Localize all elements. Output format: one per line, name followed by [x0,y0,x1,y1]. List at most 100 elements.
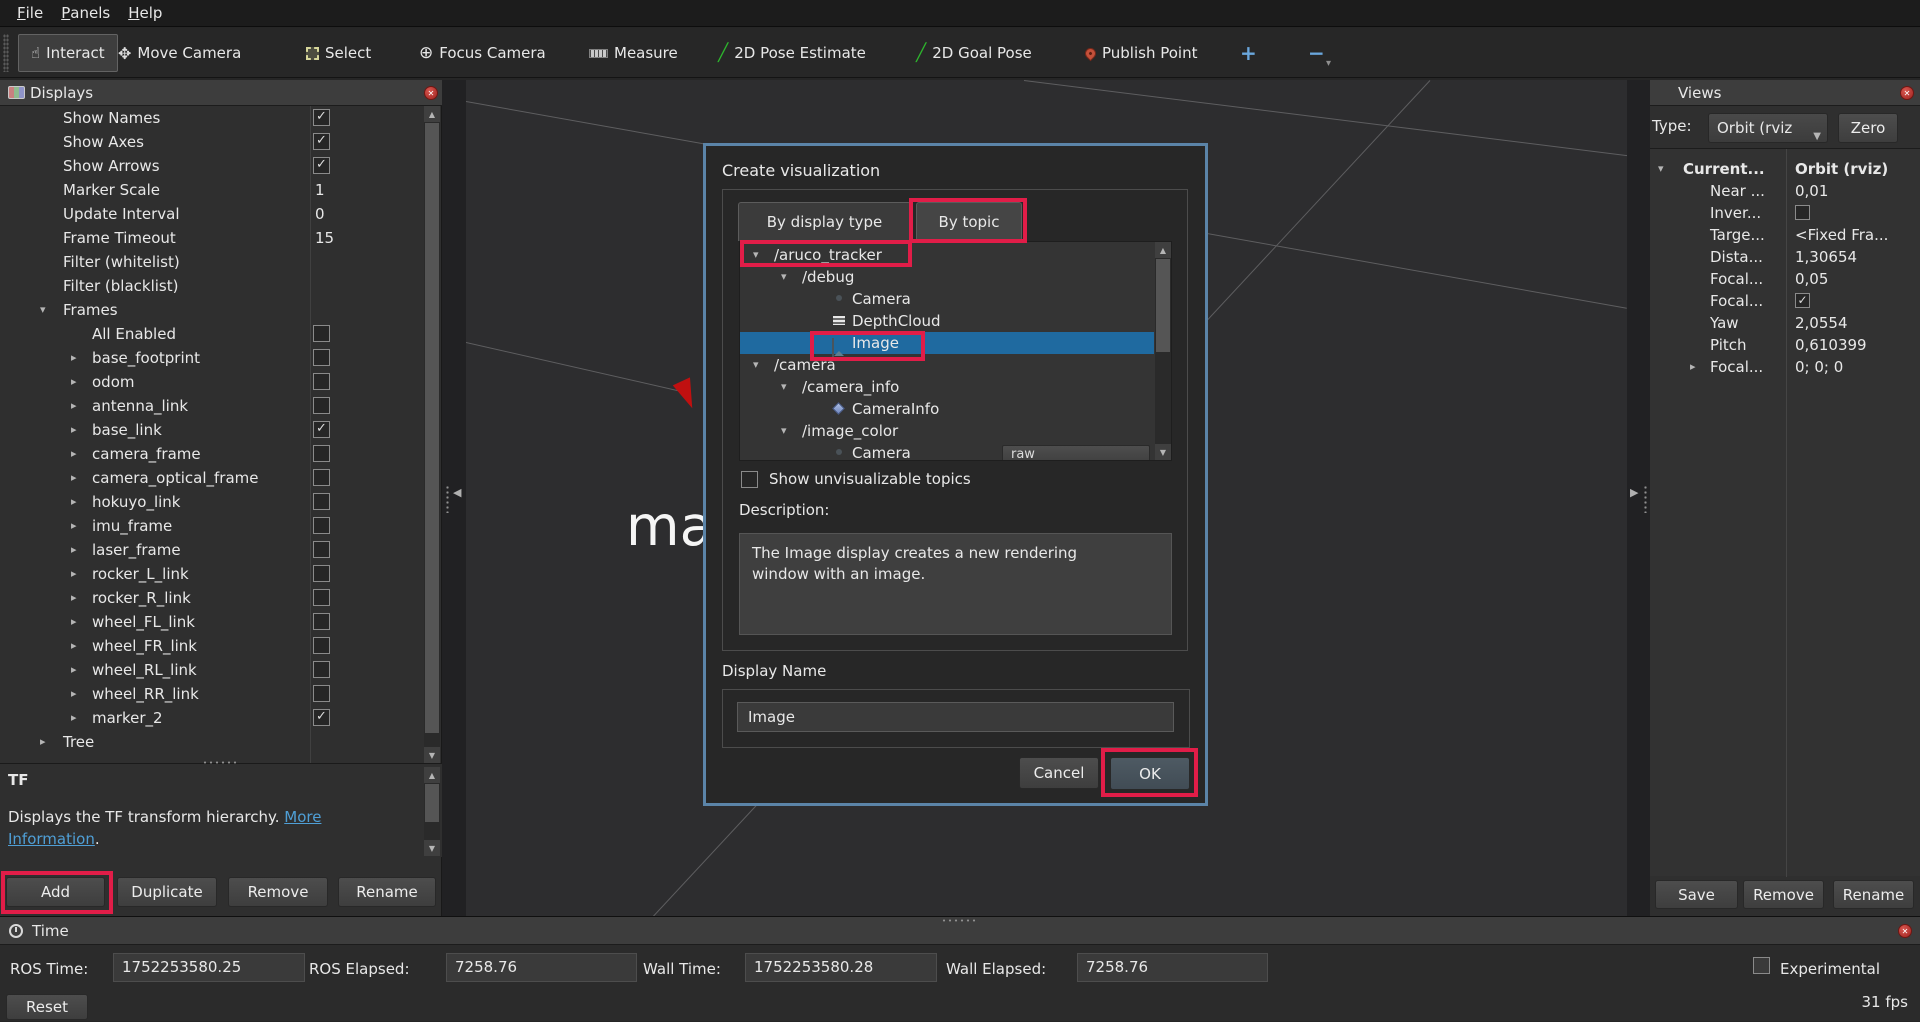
display-row[interactable]: ▸camera_frame [0,442,442,466]
expander-right-icon[interactable]: ▸ [71,370,77,394]
show-unvisualizable-checkbox[interactable] [741,471,758,488]
topic-row[interactable]: ▾/debug [740,266,1154,288]
display-row[interactable]: ▸wheel_RL_link [0,658,442,682]
display-row[interactable]: Show Arrows✓ [0,154,442,178]
ok-button[interactable]: OK [1110,757,1190,790]
scrollbar-thumb[interactable] [425,123,439,733]
expander-down-icon[interactable]: ▾ [781,376,787,398]
display-row[interactable]: ▸wheel_FL_link [0,610,442,634]
expander-right-icon[interactable]: ▸ [71,706,77,730]
checkbox[interactable] [313,541,330,558]
checkbox[interactable] [313,613,330,630]
display-row[interactable]: ▾Frames [0,298,442,322]
checkbox[interactable] [313,517,330,534]
scroll-down-icon[interactable]: ▼ [424,747,440,763]
expander-right-icon[interactable]: ▸ [71,658,77,682]
time-titlebar[interactable]: Time [0,917,1920,945]
remove-view-button[interactable]: Remove [1743,880,1824,909]
display-row[interactable]: ▸wheel_RR_link [0,682,442,706]
views-type-dropdown[interactable]: Orbit (rviz▼ [1708,113,1828,143]
views-row[interactable]: Focal...✓ [1650,290,1920,312]
rename-button[interactable]: Rename [338,877,436,907]
checkbox[interactable]: ✓ [313,709,330,726]
splitter-handle[interactable] [941,918,979,923]
views-row[interactable]: Focal...0,05 [1650,268,1920,290]
time-field-value[interactable]: 1752253580.25 [113,953,305,982]
expander-right-icon[interactable]: ▸ [71,634,77,658]
gutter-handle[interactable] [1643,485,1648,513]
tool-focus-camera[interactable]: Focus Camera [419,28,546,78]
views-row[interactable]: Dista...1,30654 [1650,246,1920,268]
scrollbar-thumb[interactable] [425,784,439,822]
scroll-down-icon[interactable]: ▼ [424,840,440,856]
topic-combo-dropdown[interactable]: raw [1002,445,1150,461]
display-row[interactable]: All Enabled [0,322,442,346]
checkbox[interactable] [313,685,330,702]
add-tool-button[interactable]: + [1232,28,1265,78]
topic-row[interactable]: ▾/camera [740,354,1154,376]
checkbox[interactable]: ✓ [313,157,330,174]
topic-tree-scrollbar[interactable]: ▲ ▼ [1155,242,1171,460]
topic-row[interactable]: Camera [740,288,1154,310]
display-row[interactable]: Show Names✓ [0,106,442,130]
reset-button[interactable]: Reset [6,994,88,1020]
close-icon[interactable] [424,86,438,100]
expander-down-icon[interactable]: ▾ [781,420,787,442]
scroll-down-icon[interactable]: ▼ [1155,444,1171,460]
tab-by-display-type[interactable]: By display type [738,202,911,241]
display-row[interactable]: ▸rocker_L_link [0,562,442,586]
expander-right-icon[interactable]: ▸ [71,538,77,562]
display-row[interactable]: ▸imu_frame [0,514,442,538]
display-row[interactable]: Filter (blacklist) [0,274,442,298]
menu-item-file[interactable]: File [8,0,52,27]
close-icon[interactable] [1898,924,1912,938]
save-view-button[interactable]: Save [1655,880,1738,909]
expander-right-icon[interactable]: ▸ [71,346,77,370]
display-row[interactable]: Frame Timeout15 [0,226,442,250]
expander-right-icon[interactable]: ▸ [71,490,77,514]
views-row[interactable]: Inver... [1650,202,1920,224]
tool-publish-point[interactable]: Publish Point [1085,28,1197,78]
expander-right-icon[interactable]: ▸ [71,586,77,610]
topic-row[interactable]: DepthCloud [740,310,1154,332]
tool-interact[interactable]: Interact [18,34,118,72]
menu-item-panels[interactable]: Panels [52,0,119,27]
splitter-handle[interactable] [202,760,240,765]
tool-move-camera[interactable]: Move Camera [118,28,241,78]
views-row[interactable]: ▾Current...Orbit (rviz) [1650,158,1920,180]
expander-right-icon[interactable]: ▸ [71,562,77,586]
views-row[interactable]: Near ...0,01 [1650,180,1920,202]
display-row[interactable]: ▸rocker_R_link [0,586,442,610]
display-row[interactable]: ▸marker_2✓ [0,706,442,730]
rename-view-button[interactable]: Rename [1833,880,1914,909]
zero-button[interactable]: Zero [1838,113,1898,143]
tool-2d-pose-estimate[interactable]: 2D Pose Estimate [718,28,866,78]
checkbox[interactable]: ✓ [313,421,330,438]
topic-row[interactable]: CameraInfo [740,398,1154,420]
menu-item-help[interactable]: Help [119,0,171,27]
expander-right-icon[interactable]: ▸ [71,394,77,418]
views-row[interactable]: Pitch0,610399 [1650,334,1920,356]
checkbox[interactable] [313,397,330,414]
views-row[interactable]: ▸Focal...0; 0; 0 [1650,356,1920,378]
checkbox[interactable] [313,325,330,342]
display-row[interactable]: ▸hokuyo_link [0,490,442,514]
expander-right-icon[interactable]: ▸ [1690,356,1696,378]
tool-2d-goal-pose[interactable]: 2D Goal Pose [916,28,1032,78]
displays-titlebar[interactable]: Displays [0,80,442,106]
remove-tool-button[interactable]: − [1300,28,1333,78]
experimental-checkbox[interactable] [1753,957,1770,974]
checkbox[interactable] [313,565,330,582]
expander-right-icon[interactable]: ▸ [40,730,46,754]
display-row[interactable]: ▸antenna_link [0,394,442,418]
checkbox[interactable] [313,637,330,654]
expander-down-icon[interactable]: ▾ [753,354,759,376]
cancel-button[interactable]: Cancel [1019,757,1099,789]
expander-down-icon[interactable]: ▾ [781,266,787,288]
expander-right-icon[interactable]: ▸ [71,682,77,706]
expander-down-icon[interactable]: ▾ [753,244,759,266]
collapse-right-icon[interactable]: ▶ [1630,486,1638,499]
tab-by-topic[interactable]: By topic [916,202,1022,241]
expander-right-icon[interactable]: ▸ [71,514,77,538]
checkbox[interactable] [313,373,330,390]
